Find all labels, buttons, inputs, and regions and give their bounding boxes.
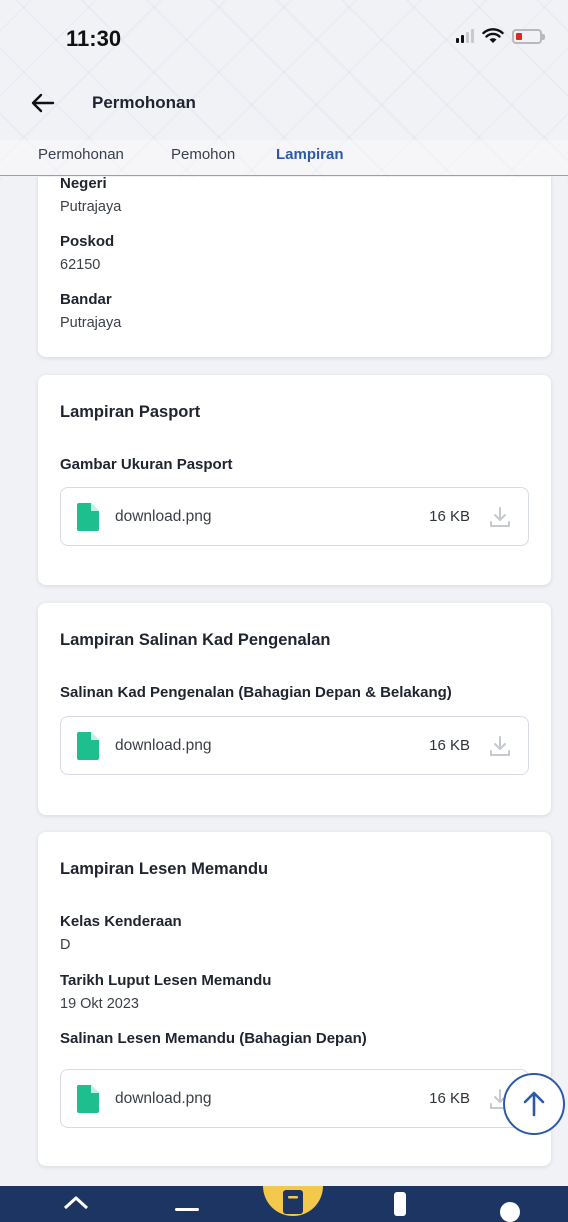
- bottom-navigation: [0, 1186, 568, 1222]
- field-label-negeri: Negeri: [60, 177, 107, 192]
- field-value-negeri: Putrajaya: [60, 199, 122, 215]
- section-subtitle: Gambar Ukuran Pasport: [60, 456, 233, 473]
- file-size: 16 KB: [429, 1090, 470, 1107]
- tab-bar: Permohonan Pemohon Lampiran: [0, 140, 568, 176]
- battery-icon: [512, 28, 545, 44]
- scroll-content[interactable]: Negeri Putrajaya Poskod 62150 Bandar Put…: [0, 177, 568, 1177]
- field-label-kelas: Kelas Kenderaan: [60, 913, 182, 930]
- back-button[interactable]: [28, 88, 58, 118]
- file-size: 16 KB: [429, 737, 470, 754]
- tab-permohonan[interactable]: Permohonan: [38, 146, 124, 163]
- tab-pemohon[interactable]: Pemohon: [171, 146, 235, 163]
- file-name: download.png: [115, 508, 212, 525]
- app-header: Permohonan: [0, 82, 568, 128]
- help-icon[interactable]: [496, 1194, 524, 1222]
- section-subtitle: Salinan Kad Pengenalan (Bahagian Depan &…: [60, 684, 452, 701]
- download-icon[interactable]: [488, 505, 512, 529]
- scroll-to-top-button[interactable]: [503, 1073, 565, 1135]
- ic-card: Lampiran Salinan Kad Pengenalan Salinan …: [38, 603, 551, 815]
- signal-icon: [456, 29, 474, 43]
- attachment-row[interactable]: download.png 16 KB: [60, 716, 529, 775]
- section-subtitle: Salinan Lesen Memandu (Bahagian Depan): [60, 1030, 367, 1047]
- home-icon[interactable]: [62, 1194, 90, 1222]
- page-title: Permohonan: [92, 93, 196, 112]
- person-icon[interactable]: [386, 1186, 414, 1216]
- application-nav-button[interactable]: [263, 1186, 323, 1216]
- file-name: download.png: [115, 1090, 212, 1107]
- field-value-bandar: Putrajaya: [60, 315, 122, 331]
- download-icon[interactable]: [488, 734, 512, 758]
- field-value-tarikh-luput: 19 Okt 2023: [60, 996, 139, 1012]
- attachment-row[interactable]: download.png 16 KB: [60, 1069, 529, 1128]
- arrow-up-icon: [523, 1091, 545, 1117]
- system-icons: [456, 28, 545, 44]
- arrow-left-icon: [31, 93, 55, 113]
- field-value-kelas: D: [60, 937, 71, 953]
- document-icon: [283, 1190, 303, 1214]
- field-label-poskod: Poskod: [60, 233, 115, 250]
- card-title: Lampiran Lesen Memandu: [60, 860, 269, 878]
- field-value-poskod: 62150: [60, 257, 101, 273]
- attachment-row[interactable]: download.png 16 KB: [60, 487, 529, 546]
- card-title: Lampiran Pasport: [60, 403, 201, 421]
- address-card: Negeri Putrajaya Poskod 62150 Bandar Put…: [38, 177, 551, 357]
- file-icon: [77, 1085, 99, 1113]
- field-label-tarikh-luput: Tarikh Luput Lesen Memandu: [60, 972, 272, 989]
- card-title: Lampiran Salinan Kad Pengenalan: [60, 631, 331, 649]
- status-bar: 11:30: [0, 0, 568, 80]
- file-icon: [77, 732, 99, 760]
- passport-card: Lampiran Pasport Gambar Ukuran Pasport d…: [38, 375, 551, 585]
- file-name: download.png: [115, 737, 212, 754]
- tab-lampiran[interactable]: Lampiran: [276, 146, 344, 163]
- status-time: 11:30: [66, 26, 122, 51]
- license-card: Lampiran Lesen Memandu Kelas Kenderaan D…: [38, 832, 551, 1166]
- wifi-icon: [482, 28, 504, 43]
- list-icon[interactable]: [172, 1194, 202, 1222]
- file-size: 16 KB: [429, 508, 470, 525]
- file-icon: [77, 503, 99, 531]
- field-label-bandar: Bandar: [60, 291, 112, 308]
